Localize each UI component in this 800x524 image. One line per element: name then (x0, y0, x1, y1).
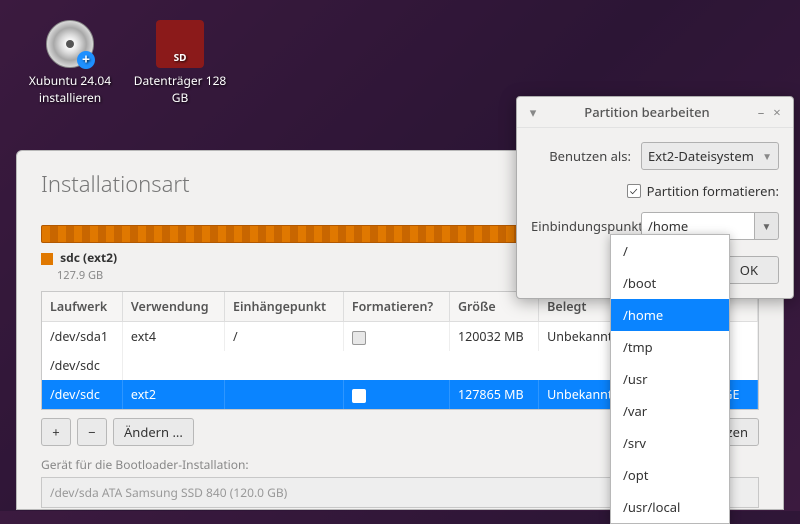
caret-down-icon: ▼ (762, 149, 772, 163)
desktop-icon-label: Datenträger 128 GB (130, 72, 230, 106)
use-as-value: Ext2-Dateisystem (648, 147, 754, 165)
cell-mount: / (225, 322, 344, 352)
dropdown-item[interactable]: /usr/local (611, 491, 729, 523)
add-partition-button[interactable]: + (41, 418, 71, 446)
cell-drive: /dev/sdc (42, 380, 122, 409)
use-as-row: Benutzen als: Ext2-Dateisystem ▼ (531, 142, 779, 170)
legend-size: 127.9 GB (57, 268, 103, 283)
cell-size: 127865 MB (449, 380, 538, 409)
minimize-icon[interactable]: – (753, 103, 769, 121)
cd-icon: + (46, 20, 94, 68)
col-mount[interactable]: Einhängepunkt (225, 292, 344, 322)
cell-drive: /dev/sdc (42, 351, 122, 380)
dropdown-item[interactable]: /boot (611, 267, 729, 299)
cell-drive: /dev/sda1 (42, 322, 122, 352)
checkbox-icon[interactable] (352, 331, 366, 345)
dropdown-item[interactable]: /opt (611, 459, 729, 491)
legend-name: sdc (ext2) (60, 249, 117, 266)
use-as-label: Benutzen als: (531, 147, 641, 165)
dropdown-item[interactable]: /tmp (611, 331, 729, 363)
cell-format[interactable] (343, 380, 449, 409)
use-as-combo[interactable]: Ext2-Dateisystem ▼ (641, 142, 779, 170)
chevron-down-icon[interactable]: ▾ (525, 103, 541, 121)
col-drive[interactable]: Laufwerk (42, 292, 122, 322)
sd-card-icon (156, 20, 204, 68)
mount-label: Einbindungspunkt: (531, 217, 641, 235)
dialog-titlebar[interactable]: ▾ Partition bearbeiten – × (517, 97, 793, 128)
cell-format[interactable] (343, 322, 449, 352)
col-format[interactable]: Formatieren? (343, 292, 449, 322)
format-checkbox[interactable] (627, 184, 641, 198)
dropdown-item[interactable]: /srv (611, 427, 729, 459)
bootloader-value: /dev/sda ATA Samsung SSD 840 (120.0 GB) (50, 484, 287, 501)
dropdown-item-selected[interactable]: /home (611, 299, 729, 331)
dropdown-item[interactable]: / (611, 235, 729, 267)
dropdown-item[interactable]: /var (611, 395, 729, 427)
plus-badge-icon: + (77, 51, 95, 69)
dropdown-item[interactable]: /usr (611, 363, 729, 395)
format-label: Partition formatieren: (647, 182, 779, 200)
checkbox-icon[interactable] (352, 389, 366, 403)
desktop-icon-label: Xubuntu 24.04 installieren (20, 72, 120, 106)
mount-dropdown-list[interactable]: / /boot /home /tmp /usr /var /srv /opt /… (610, 234, 730, 524)
mount-dropdown-button[interactable]: ▼ (755, 212, 779, 240)
desktop-icon-disk[interactable]: Datenträger 128 GB (130, 20, 230, 106)
close-icon[interactable]: × (769, 103, 785, 121)
format-row: Partition formatieren: (531, 182, 779, 200)
remove-partition-button[interactable]: − (77, 418, 107, 446)
cell-usage: ext4 (122, 322, 224, 352)
col-usage[interactable]: Verwendung (122, 292, 224, 322)
cell-usage: ext2 (122, 380, 224, 409)
dialog-title: Partition bearbeiten (541, 103, 753, 121)
cell-size: 120032 MB (449, 322, 538, 352)
legend-swatch (41, 253, 53, 265)
desktop-icon-install[interactable]: + Xubuntu 24.04 installieren (20, 20, 120, 106)
cell-mount (225, 380, 344, 409)
change-partition-button[interactable]: Ändern ... (113, 418, 194, 446)
